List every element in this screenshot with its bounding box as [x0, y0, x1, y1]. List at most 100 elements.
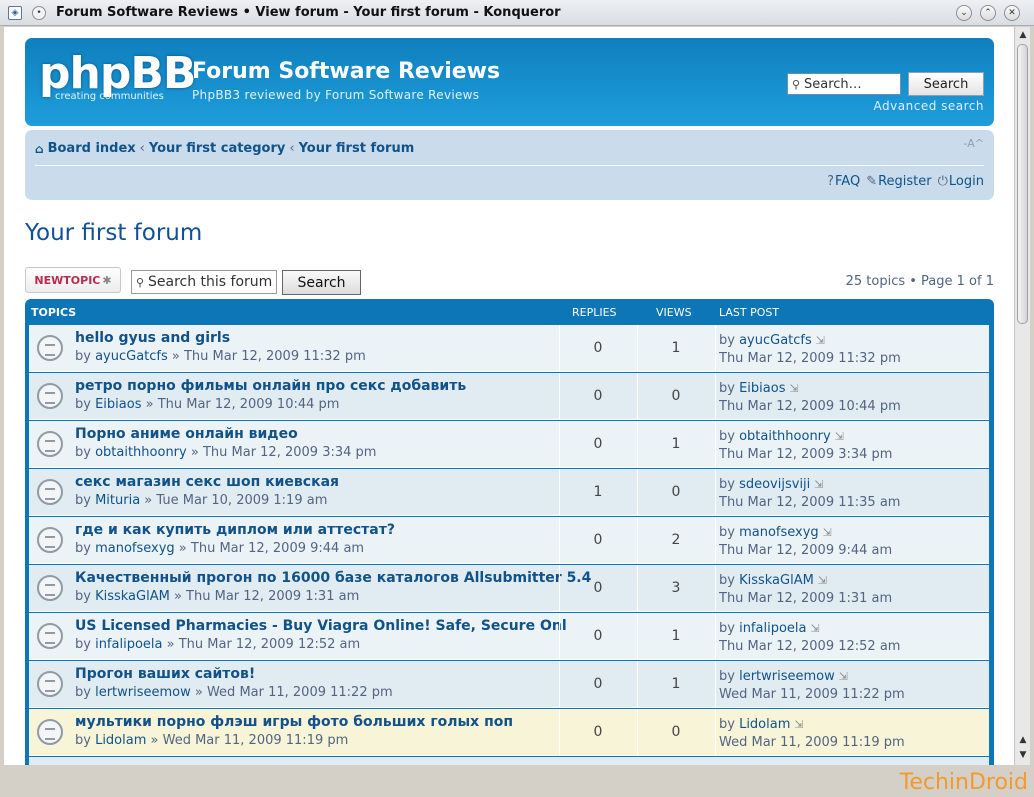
topic-date: Thu Mar 12, 2009 12:52 am: [178, 637, 361, 652]
last-post-author-link[interactable]: manofsexyg: [739, 525, 819, 540]
chevron-left-icon: ‹: [289, 141, 295, 156]
new-topic-button[interactable]: NEWTOPIC ✱: [25, 267, 121, 293]
views-count: 1: [671, 676, 681, 692]
topic-title-link[interactable]: hello gyus and girls: [75, 330, 230, 346]
forum-search-button[interactable]: Search: [282, 270, 361, 295]
view-latest-post-icon[interactable]: ⇲: [818, 574, 827, 587]
view-latest-post-icon[interactable]: ⇲: [789, 382, 798, 395]
nav-links: ?FAQ ✎Register ⏻Login: [827, 174, 984, 189]
close-button[interactable]: ✕: [1004, 5, 1020, 21]
watermark: TechinDroid: [899, 770, 1028, 795]
last-post-date: Wed Mar 11, 2009 11:22 pm: [719, 687, 905, 702]
last-post-author-link[interactable]: Eibiaos: [739, 381, 785, 396]
vertical-scrollbar[interactable]: ▲ ▲ ▼: [1014, 27, 1030, 765]
window-menu-icon[interactable]: •: [32, 5, 46, 20]
home-icon: ⌂: [35, 141, 44, 156]
table-row: Порно аниме онлайн видео by obtaithhoonry…: [29, 421, 989, 468]
table-row: мультики порно флэш игры фото больших го…: [29, 709, 989, 756]
topic-title-link[interactable]: мультики порно флэш игры фото больших го…: [75, 714, 513, 730]
topic-title-link[interactable]: Прогон ваших сайтов!: [75, 666, 255, 682]
replies-count: 0: [593, 676, 603, 692]
topic-author-link[interactable]: manofsexyg: [95, 541, 175, 556]
views-count: 1: [671, 628, 681, 644]
scroll-up-arrow-icon[interactable]: ▲: [1016, 733, 1030, 747]
header-search-box[interactable]: ⚲: [787, 73, 901, 95]
scroll-down-arrow-icon[interactable]: ▼: [1016, 748, 1030, 762]
last-post-by: by KisskaGlAM ⇲: [719, 573, 828, 588]
login-link[interactable]: ⏻Login: [938, 174, 984, 189]
view-latest-post-icon[interactable]: ⇲: [839, 670, 848, 683]
cell-divider: [715, 517, 716, 563]
maximize-button[interactable]: ⌃: [980, 5, 996, 21]
topic-author-link[interactable]: obtaithhoonry: [95, 445, 187, 460]
topic-title-link[interactable]: где и как купить диплом или аттестат?: [75, 522, 395, 538]
minimize-button[interactable]: ⌄: [956, 5, 972, 21]
cell-divider: [715, 373, 716, 419]
window-titlebar: ◈ • Forum Software Reviews • View forum …: [0, 0, 1034, 26]
topic-title-link[interactable]: ретро порно фильмы онлайн про секс добав…: [75, 378, 466, 394]
last-post-author-link[interactable]: obtaithhoonry: [739, 429, 831, 444]
last-post-author-link[interactable]: ayucGatcfs: [739, 333, 812, 348]
breadcrumb-category[interactable]: Your first category: [149, 141, 286, 156]
advanced-search-link[interactable]: Advanced search: [874, 99, 984, 113]
topic-meta: by ayucGatcfs » Thu Mar 12, 2009 11:32 p…: [75, 349, 366, 364]
last-post-date: Thu Mar 12, 2009 11:32 pm: [719, 351, 901, 366]
topic-author-link[interactable]: ayucGatcfs: [95, 349, 168, 364]
forum-search-box[interactable]: ⚲: [131, 270, 277, 294]
page-title[interactable]: Your first forum: [25, 220, 202, 246]
header-search-input[interactable]: [804, 76, 898, 92]
header-search-button[interactable]: Search: [908, 72, 984, 96]
topic-title-link[interactable]: US Licensed Pharmacies - Buy Viagra Onli…: [75, 618, 567, 634]
scrollbar-thumb[interactable]: [1017, 44, 1028, 324]
last-post-date: Thu Mar 12, 2009 12:52 am: [719, 639, 901, 654]
cell-divider: [715, 469, 716, 515]
site-title: Forum Software Reviews: [192, 59, 501, 84]
cell-divider: [715, 325, 716, 371]
faq-link[interactable]: ?FAQ: [827, 174, 860, 189]
view-latest-post-icon[interactable]: ⇲: [823, 526, 832, 539]
cell-divider: [715, 709, 716, 755]
header-views: VIEWS: [656, 306, 692, 319]
topic-author-link[interactable]: KisskaGlAM: [95, 589, 170, 604]
cell-divider: [715, 613, 716, 659]
view-latest-post-icon[interactable]: ⇲: [816, 334, 825, 347]
topic-date: Thu Mar 12, 2009 1:31 am: [186, 589, 360, 604]
topic-meta: by manofsexyg » Thu Mar 12, 2009 9:44 am: [75, 541, 365, 556]
font-size-toggle[interactable]: -A^: [964, 137, 984, 150]
topic-title-link[interactable]: Качественный прогон по 16000 базе катало…: [75, 570, 591, 586]
konqueror-icon[interactable]: ◈: [8, 5, 22, 20]
breadcrumb-board-index[interactable]: Board index: [48, 141, 136, 156]
topic-meta: by Eibiaos » Thu Mar 12, 2009 10:44 pm: [75, 397, 340, 412]
topic-read-icon: [37, 479, 63, 505]
last-post-author-link[interactable]: KisskaGlAM: [739, 573, 814, 588]
view-latest-post-icon[interactable]: ⇲: [814, 478, 823, 491]
last-post-author-link[interactable]: sdeovijsviji: [739, 477, 810, 492]
table-row: ретро порно фильмы онлайн про секс добав…: [29, 373, 989, 420]
pagination-info: 25 topics • Page 1 of 1: [845, 274, 994, 289]
last-post-by: by sdeovijsviji ⇲: [719, 477, 824, 492]
last-post-author-link[interactable]: Lidolam: [739, 717, 790, 732]
view-latest-post-icon[interactable]: ⇲: [810, 622, 819, 635]
last-post-author-link[interactable]: infalipoela: [739, 621, 806, 636]
topic-title-link[interactable]: Порно аниме онлайн видео: [75, 426, 298, 442]
topic-author-link[interactable]: infalipoela: [95, 637, 162, 652]
topic-author-link[interactable]: Lidolam: [95, 733, 146, 748]
topic-title-link[interactable]: секс магазин секс шоп киевская: [75, 474, 339, 490]
views-count: 1: [671, 436, 681, 452]
view-latest-post-icon[interactable]: ⇲: [794, 718, 803, 731]
topic-author-link[interactable]: Mituria: [95, 493, 140, 508]
breadcrumb-forum[interactable]: Your first forum: [299, 141, 415, 156]
register-link[interactable]: ✎Register: [866, 174, 931, 189]
replies-count: 0: [593, 580, 603, 596]
last-post-by: by lertwriseemow ⇲: [719, 669, 848, 684]
chevron-left-icon: ‹: [139, 141, 145, 156]
forum-search-input[interactable]: [148, 274, 274, 290]
topic-author-link[interactable]: Eibiaos: [95, 397, 141, 412]
last-post-by: by Lidolam ⇲: [719, 717, 804, 732]
scroll-up-arrow-icon[interactable]: ▲: [1016, 28, 1030, 42]
header-replies: REPLIES: [572, 306, 617, 319]
last-post-by: by Eibiaos ⇲: [719, 381, 799, 396]
last-post-author-link[interactable]: lertwriseemow: [739, 669, 835, 684]
topic-author-link[interactable]: lertwriseemow: [95, 685, 191, 700]
view-latest-post-icon[interactable]: ⇲: [835, 430, 844, 443]
